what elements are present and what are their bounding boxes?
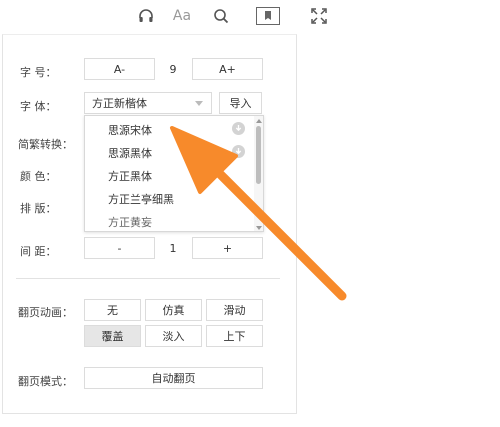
animation-fade-button[interactable]: 淡入 (145, 325, 202, 347)
font-option-partial[interactable]: 方正黄妄 (108, 214, 152, 230)
chevron-down-icon (195, 101, 203, 106)
font-face-label: 字 体： (20, 100, 57, 113)
scrollbar-thumb[interactable] (256, 126, 261, 184)
animation-simulate-button[interactable]: 仿真 (145, 299, 202, 321)
font-size-icon[interactable]: Aa (170, 5, 194, 27)
layout-label: 排 版： (20, 202, 57, 215)
animation-updown-button[interactable]: 上下 (206, 325, 263, 347)
color-label: 颜 色： (20, 170, 57, 183)
bookmark-icon[interactable] (254, 5, 282, 27)
page-mode-label: 翻页模式： (18, 375, 73, 388)
font-option-siyuan-song[interactable]: 思源宋体 (108, 122, 152, 138)
spacing-increase-button[interactable]: + (192, 237, 263, 259)
fullscreen-icon[interactable] (309, 5, 329, 27)
scroll-up-icon[interactable] (256, 119, 262, 123)
download-icon[interactable] (232, 122, 245, 135)
font-dropdown-list: 思源宋体 思源黑体 方正黑体 方正兰亭细黑 方正黄妄 (84, 115, 264, 232)
auto-page-turn-button[interactable]: 自动翻页 (84, 367, 263, 389)
font-option-fangzheng-hei[interactable]: 方正黑体 (108, 168, 152, 184)
font-face-selected: 方正新楷体 (92, 97, 147, 110)
section-divider (16, 278, 280, 279)
page-animation-label: 翻页动画： (18, 306, 73, 319)
spacing-value: 1 (169, 242, 177, 255)
font-option-fangzheng-lanting[interactable]: 方正兰亭细黑 (108, 191, 174, 207)
scroll-down-icon[interactable] (256, 226, 262, 230)
font-face-select[interactable]: 方正新楷体 (84, 92, 212, 114)
font-size-value: 9 (169, 63, 177, 76)
spacing-label: 间 距： (20, 245, 57, 258)
headphones-icon[interactable] (136, 5, 156, 27)
download-icon[interactable] (232, 145, 245, 158)
import-font-button[interactable]: 导入 (219, 92, 262, 114)
font-size-decrease-button[interactable]: A- (84, 58, 155, 80)
animation-cover-button[interactable]: 覆盖 (84, 325, 141, 347)
dropdown-scrollbar[interactable] (254, 116, 263, 231)
animation-slide-button[interactable]: 滑动 (206, 299, 263, 321)
top-toolbar: Aa (0, 0, 500, 34)
spacing-decrease-button[interactable]: - (84, 237, 155, 259)
simp-trad-label: 简繁转换： (18, 138, 73, 151)
font-option-siyuan-hei[interactable]: 思源黑体 (108, 145, 152, 161)
font-size-label: 字 号： (20, 66, 57, 79)
search-icon[interactable] (211, 5, 231, 27)
font-size-increase-button[interactable]: A+ (192, 58, 263, 80)
animation-none-button[interactable]: 无 (84, 299, 141, 321)
